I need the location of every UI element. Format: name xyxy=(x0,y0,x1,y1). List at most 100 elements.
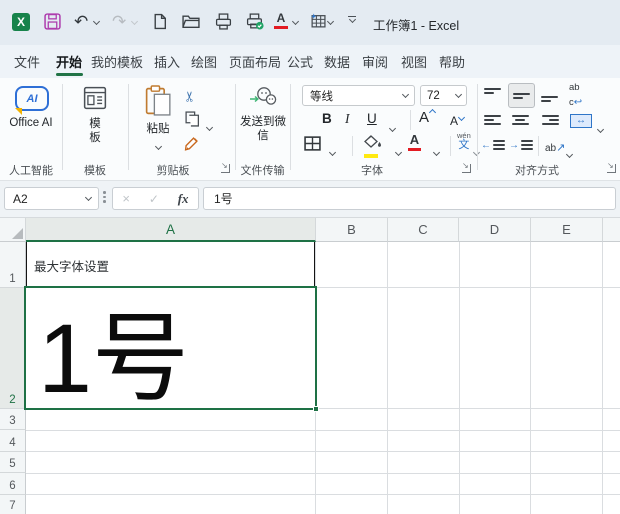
spreadsheet-grid: A B C D E 1 2 3 4 5 6 7 最大字体设置 1号 xyxy=(0,218,620,514)
tab-page-layout[interactable]: 页面布局 xyxy=(229,52,281,71)
underline-button[interactable]: U xyxy=(367,111,377,126)
align-top-button[interactable] xyxy=(484,88,502,102)
increase-indent-button[interactable]: → xyxy=(509,138,533,152)
underline-dropdown-icon[interactable] xyxy=(388,118,397,136)
name-box[interactable]: A2 xyxy=(4,187,99,210)
fill-color-button[interactable] xyxy=(364,135,382,158)
font-color-qat-icon[interactable]: A xyxy=(274,11,288,30)
template-icon xyxy=(83,86,107,110)
orientation-button[interactable]: ab↗ xyxy=(545,138,565,156)
name-box-dropdown-icon[interactable] xyxy=(84,193,93,202)
shrink-font-button[interactable]: A xyxy=(450,112,466,130)
phonetic-guide-button[interactable]: wén 文 xyxy=(457,132,471,151)
column-header-E[interactable]: E xyxy=(531,218,603,242)
print-preview-icon[interactable] xyxy=(215,13,232,30)
cut-icon[interactable]: ✂ xyxy=(181,88,197,106)
send-to-wechat-button[interactable]: 发送到微信 xyxy=(240,86,286,144)
cell-A1[interactable]: 最大字体设置 xyxy=(26,242,315,288)
undo-dropdown-icon[interactable] xyxy=(92,17,101,26)
tab-draw[interactable]: 绘图 xyxy=(191,52,217,71)
table-style-icon[interactable] xyxy=(310,13,326,29)
window-title: 工作簿1 - Excel xyxy=(373,19,460,33)
group-label-template: 模板 xyxy=(84,165,106,177)
wechat-icon xyxy=(250,87,277,105)
column-header-A[interactable]: A xyxy=(26,218,316,242)
cancel-icon: × xyxy=(122,191,130,206)
tab-home[interactable]: 开始 xyxy=(56,52,82,71)
font-color-qat-dropdown-icon[interactable] xyxy=(291,17,300,26)
tab-file[interactable]: 文件 xyxy=(14,52,40,71)
column-header-D[interactable]: D xyxy=(459,218,531,242)
row-header-3[interactable]: 3 xyxy=(0,409,26,430)
enter-icon: ✓ xyxy=(148,191,159,206)
font-size-combo[interactable]: 72 xyxy=(420,85,467,106)
cell-A2-selected[interactable]: 1号 xyxy=(24,286,319,412)
row-header-5[interactable]: 5 xyxy=(0,452,26,473)
wrap-text-button[interactable]: ab c↩ xyxy=(569,83,582,109)
fill-color-dropdown-icon[interactable] xyxy=(394,142,403,160)
tab-my-templates[interactable]: 我的模板 xyxy=(91,52,143,71)
font-color-dropdown-icon[interactable] xyxy=(432,142,441,160)
new-file-icon[interactable] xyxy=(152,13,168,30)
align-right-button[interactable] xyxy=(541,113,559,127)
ai-bubble-icon: AI xyxy=(15,86,49,115)
align-bottom-button[interactable] xyxy=(541,88,559,102)
tab-view[interactable]: 视图 xyxy=(401,52,427,71)
table-style-dropdown-icon[interactable] xyxy=(326,17,335,26)
paste-button[interactable]: 粘贴 xyxy=(138,85,178,154)
copy-icon[interactable] xyxy=(185,111,200,132)
select-all-corner[interactable] xyxy=(0,218,26,242)
fill-handle[interactable] xyxy=(313,406,319,412)
save-icon[interactable] xyxy=(44,13,61,30)
font-name-combo[interactable]: 等线 xyxy=(302,85,415,106)
borders-dropdown-icon[interactable] xyxy=(328,142,337,160)
template-button[interactable]: 模板 xyxy=(78,86,112,146)
insert-function-icon[interactable]: fx xyxy=(178,191,189,207)
tab-formulas[interactable]: 公式 xyxy=(287,52,313,71)
active-tab-underline xyxy=(56,73,83,76)
grow-font-button[interactable]: A xyxy=(419,108,437,127)
copy-dropdown-icon[interactable] xyxy=(205,117,214,135)
undo-icon[interactable]: ↶ xyxy=(74,13,88,30)
tab-review[interactable]: 审阅 xyxy=(362,52,388,71)
row-header-6[interactable]: 6 xyxy=(0,473,26,495)
office-ai-button[interactable]: AI Office AI xyxy=(8,86,54,130)
formula-input[interactable]: 1号 xyxy=(203,187,616,210)
title-bar: X ↶ ↷ A 工作簿1 - Excel xyxy=(0,0,620,45)
italic-button[interactable]: I xyxy=(345,111,350,127)
tab-insert[interactable]: 插入 xyxy=(154,52,180,71)
row-header-2[interactable]: 2 xyxy=(0,288,26,409)
decrease-indent-button[interactable]: ← xyxy=(481,138,505,152)
font-size-dropdown-icon[interactable] xyxy=(454,90,463,99)
redo-dropdown-icon xyxy=(130,17,139,26)
borders-button[interactable] xyxy=(304,136,321,156)
font-color-button[interactable]: A xyxy=(408,132,421,152)
row-header-1[interactable]: 1 xyxy=(0,242,26,288)
quick-print-icon[interactable] xyxy=(246,13,264,30)
qat-overflow-icon[interactable] xyxy=(348,16,356,24)
font-name-dropdown-icon[interactable] xyxy=(401,90,410,99)
row-header-7[interactable]: 7 xyxy=(0,495,26,514)
align-left-button[interactable] xyxy=(484,113,502,127)
format-painter-icon[interactable] xyxy=(184,136,201,157)
column-header-C[interactable]: C xyxy=(388,218,459,242)
alignment-dialog-launcher-icon[interactable]: ↘ xyxy=(607,161,616,173)
align-center-button[interactable] xyxy=(511,113,529,127)
row-header-4[interactable]: 4 xyxy=(0,430,26,452)
formula-buttons: × ✓ fx xyxy=(112,187,199,210)
redo-icon: ↷ xyxy=(112,12,127,31)
clipboard-dialog-launcher-icon[interactable]: ↘ xyxy=(221,161,230,173)
font-dialog-launcher-icon[interactable]: ↘ xyxy=(462,161,471,173)
column-header-partial[interactable] xyxy=(603,218,620,242)
group-label-clipboard: 剪贴板 xyxy=(156,165,190,177)
align-middle-button[interactable] xyxy=(508,83,535,108)
bold-button[interactable]: B xyxy=(322,111,332,126)
merge-dropdown-icon[interactable] xyxy=(596,119,605,137)
tab-help[interactable]: 帮助 xyxy=(439,52,465,71)
tab-data[interactable]: 数据 xyxy=(324,52,350,71)
merge-center-button[interactable]: ↔ xyxy=(570,114,592,128)
formula-bar-handle[interactable] xyxy=(103,191,106,203)
column-header-B[interactable]: B xyxy=(316,218,388,242)
orientation-dropdown-icon[interactable] xyxy=(565,144,574,162)
open-file-icon[interactable] xyxy=(182,13,200,29)
